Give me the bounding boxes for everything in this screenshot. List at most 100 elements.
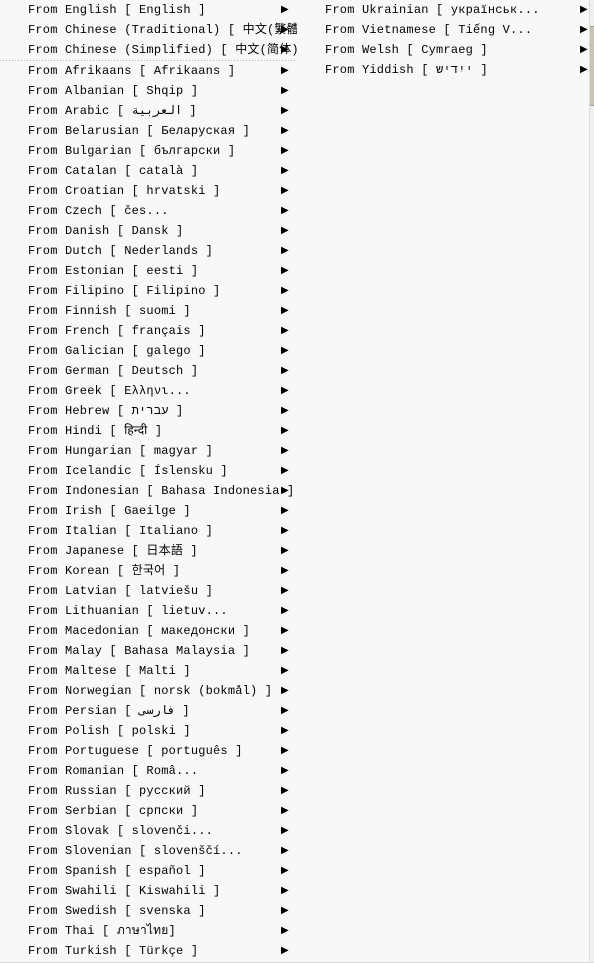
submenu-arrow-icon: ▶ <box>281 265 289 276</box>
menu-item[interactable]: From Afrikaans [ Afrikaans ] ▶ <box>0 61 297 81</box>
submenu-arrow-icon: ▶ <box>281 545 289 556</box>
submenu-arrow-icon: ▶ <box>281 305 289 316</box>
menu-item[interactable]: From Ukrainian [ українськ... ▶ <box>297 0 594 20</box>
menu-item[interactable]: From Greek [ Ελληνι... ▶ <box>0 381 297 401</box>
submenu-arrow-icon: ▶ <box>281 245 289 256</box>
menu-item[interactable]: From Korean [ 한국어 ] ▶ <box>0 561 297 581</box>
menu-item[interactable]: From Thai [ ภาษาไทย] ▶ <box>0 921 297 941</box>
submenu-arrow-icon: ▶ <box>281 185 289 196</box>
submenu-arrow-icon: ▶ <box>281 325 289 336</box>
menu-item[interactable]: From Polish [ polski ] ▶ <box>0 721 297 741</box>
menu-item[interactable]: From Catalan [ català ] ▶ <box>0 161 297 181</box>
menu-item[interactable]: From Lithuanian [ lietuv... ▶ <box>0 601 297 621</box>
menu-item[interactable]: From Belarusian [ Беларуская ] ▶ <box>0 121 297 141</box>
menu-item[interactable]: From Indonesian [ Bahasa Indonesia ] ▶ <box>0 481 297 501</box>
menu-item-label: From Russian [ русский ] <box>28 784 206 798</box>
menu-item-label: From Hebrew [ עברית ] <box>28 404 184 418</box>
menu-item-label: From Welsh [ Cymraeg ] <box>325 43 488 57</box>
submenu-arrow-icon: ▶ <box>281 905 289 916</box>
menu-item[interactable]: From Persian [ فارسی ] ▶ <box>0 701 297 721</box>
menu-item[interactable]: From Latvian [ latviešu ] ▶ <box>0 581 297 601</box>
menu-item[interactable]: From Swedish [ svenska ] ▶ <box>0 901 297 921</box>
submenu-arrow-icon: ▶ <box>281 945 289 956</box>
menu-item-label: From Icelandic [ Íslensku ] <box>28 464 228 478</box>
menu-item[interactable]: From Bulgarian [ български ] ▶ <box>0 141 297 161</box>
menu-item-label: From Ukrainian [ українськ... <box>325 3 540 17</box>
menu-item[interactable]: From Hebrew [ עברית ] ▶ <box>0 401 297 421</box>
menu-item[interactable]: From Portuguese [ português ] ▶ <box>0 741 297 761</box>
submenu-arrow-icon: ▶ <box>281 885 289 896</box>
menu-item[interactable]: From Malay [ Bahasa Malaysia ] ▶ <box>0 641 297 661</box>
menu-column-right: From Ukrainian [ українськ... ▶ From Vietn… <box>297 0 594 962</box>
submenu-arrow-icon: ▶ <box>281 765 289 776</box>
submenu-arrow-icon: ▶ <box>281 285 289 296</box>
menu-item[interactable]: From Dutch [ Nederlands ] ▶ <box>0 241 297 261</box>
submenu-arrow-icon: ▶ <box>281 425 289 436</box>
menu-item[interactable]: From Filipino [ Filipino ] ▶ <box>0 281 297 301</box>
menu-item[interactable]: From Maltese [ Malti ] ▶ <box>0 661 297 681</box>
submenu-arrow-icon: ▶ <box>281 585 289 596</box>
menu-item-label: From Maltese [ Malti ] <box>28 664 191 678</box>
menu-item[interactable]: From Finnish [ suomi ] ▶ <box>0 301 297 321</box>
submenu-arrow-icon: ▶ <box>281 825 289 836</box>
menu-item-label: From Romanian [ Româ... <box>28 764 199 778</box>
menu-item-label: From Hungarian [ magyar ] <box>28 444 214 458</box>
menu-item[interactable]: From Serbian [ српски ] ▶ <box>0 801 297 821</box>
menu-item[interactable]: From Estonian [ eesti ] ▶ <box>0 261 297 281</box>
submenu-arrow-icon: ▶ <box>281 105 289 116</box>
menu-item[interactable]: From French [ français ] ▶ <box>0 321 297 341</box>
menu-item[interactable]: From Albanian [ Shqip ] ▶ <box>0 81 297 101</box>
menu-item-label: From Slovenian [ slovenščí... <box>28 844 243 858</box>
menu-item[interactable]: From German [ Deutsch ] ▶ <box>0 361 297 381</box>
menu-item[interactable]: From Chinese (Simplified) [ 中文(简体) ] ▶ <box>0 40 297 60</box>
menu-item-label: From Norwegian [ norsk (bokmål) ] <box>28 684 273 698</box>
menu-item[interactable]: From Croatian [ hrvatski ] ▶ <box>0 181 297 201</box>
menu-item-label: From Serbian [ српски ] <box>28 804 199 818</box>
menu-item[interactable]: From Turkish [ Türkçe ] ▶ <box>0 941 297 961</box>
menu-item[interactable]: From Vietnamese [ Tiếng V... ▶ <box>297 20 594 40</box>
menu-item[interactable]: From Romanian [ Româ... ▶ <box>0 761 297 781</box>
menu-item[interactable]: From Icelandic [ Íslensku ] ▶ <box>0 461 297 481</box>
menu-item[interactable]: From Galician [ galego ] ▶ <box>0 341 297 361</box>
menu-item-label: From Hindi [ हिन्दी ] <box>28 424 163 438</box>
menu-item-label: From Portuguese [ português ] <box>28 744 243 758</box>
menu-item[interactable]: From Arabic [ العربية ] ▶ <box>0 101 297 121</box>
menu-item[interactable]: From Japanese [ 日本語 ] ▶ <box>0 541 297 561</box>
menu-item[interactable]: From Hungarian [ magyar ] ▶ <box>0 441 297 461</box>
menu-item-label: From Persian [ فارسی ] <box>28 704 190 718</box>
menu-item[interactable]: From Norwegian [ norsk (bokmål) ] ▶ <box>0 681 297 701</box>
submenu-arrow-icon: ▶ <box>281 525 289 536</box>
menu-item[interactable]: From Chinese (Traditional) [ 中文(繁體) ] ▶ <box>0 20 297 40</box>
menu-item-label: From English [ English ] <box>28 3 206 17</box>
submenu-arrow-icon: ▶ <box>281 445 289 456</box>
menu-item-label: From Thai [ ภาษาไทย] <box>28 924 176 938</box>
submenu-arrow-icon: ▶ <box>281 405 289 416</box>
scrollbar-thumb[interactable] <box>590 26 594 106</box>
menu-item-label: From Malay [ Bahasa Malaysia ] <box>28 644 251 658</box>
menu-item[interactable]: From Welsh [ Cymraeg ] ▶ <box>297 40 594 60</box>
submenu-arrow-icon: ▶ <box>281 165 289 176</box>
language-context-menu[interactable]: From English [ English ] ▶ From Chinese (T… <box>0 0 594 963</box>
menu-item[interactable]: From Swahili [ Kiswahili ] ▶ <box>0 881 297 901</box>
menu-item[interactable]: From Slovenian [ slovenščí... ▶ <box>0 841 297 861</box>
menu-item[interactable]: From Spanish [ español ] ▶ <box>0 861 297 881</box>
menu-item[interactable]: From Hindi [ हिन्दी ] ▶ <box>0 421 297 441</box>
menu-item-label: From Finnish [ suomi ] <box>28 304 191 318</box>
submenu-arrow-icon: ▶ <box>281 505 289 516</box>
submenu-arrow-icon: ▶ <box>281 225 289 236</box>
menu-item[interactable]: From English [ English ] ▶ <box>0 0 297 20</box>
menu-item[interactable]: From Danish [ Dansk ] ▶ <box>0 221 297 241</box>
submenu-arrow-icon: ▶ <box>281 465 289 476</box>
submenu-arrow-icon: ▶ <box>281 125 289 136</box>
vertical-scrollbar[interactable] <box>589 0 594 962</box>
submenu-arrow-icon: ▶ <box>281 365 289 376</box>
menu-item[interactable]: From Irish [ Gaeilge ] ▶ <box>0 501 297 521</box>
menu-item[interactable]: From Yiddish [ ייִדיש ] ▶ <box>297 60 594 80</box>
menu-item[interactable]: From Italian [ Italiano ] ▶ <box>0 521 297 541</box>
submenu-arrow-icon: ▶ <box>281 85 289 96</box>
menu-item[interactable]: From Russian [ русский ] ▶ <box>0 781 297 801</box>
submenu-arrow-icon: ▶ <box>281 845 289 856</box>
menu-item[interactable]: From Macedonian [ македонски ] ▶ <box>0 621 297 641</box>
menu-item[interactable]: From Slovak [ slovenči... ▶ <box>0 821 297 841</box>
menu-item[interactable]: From Czech [ čes... ▶ <box>0 201 297 221</box>
